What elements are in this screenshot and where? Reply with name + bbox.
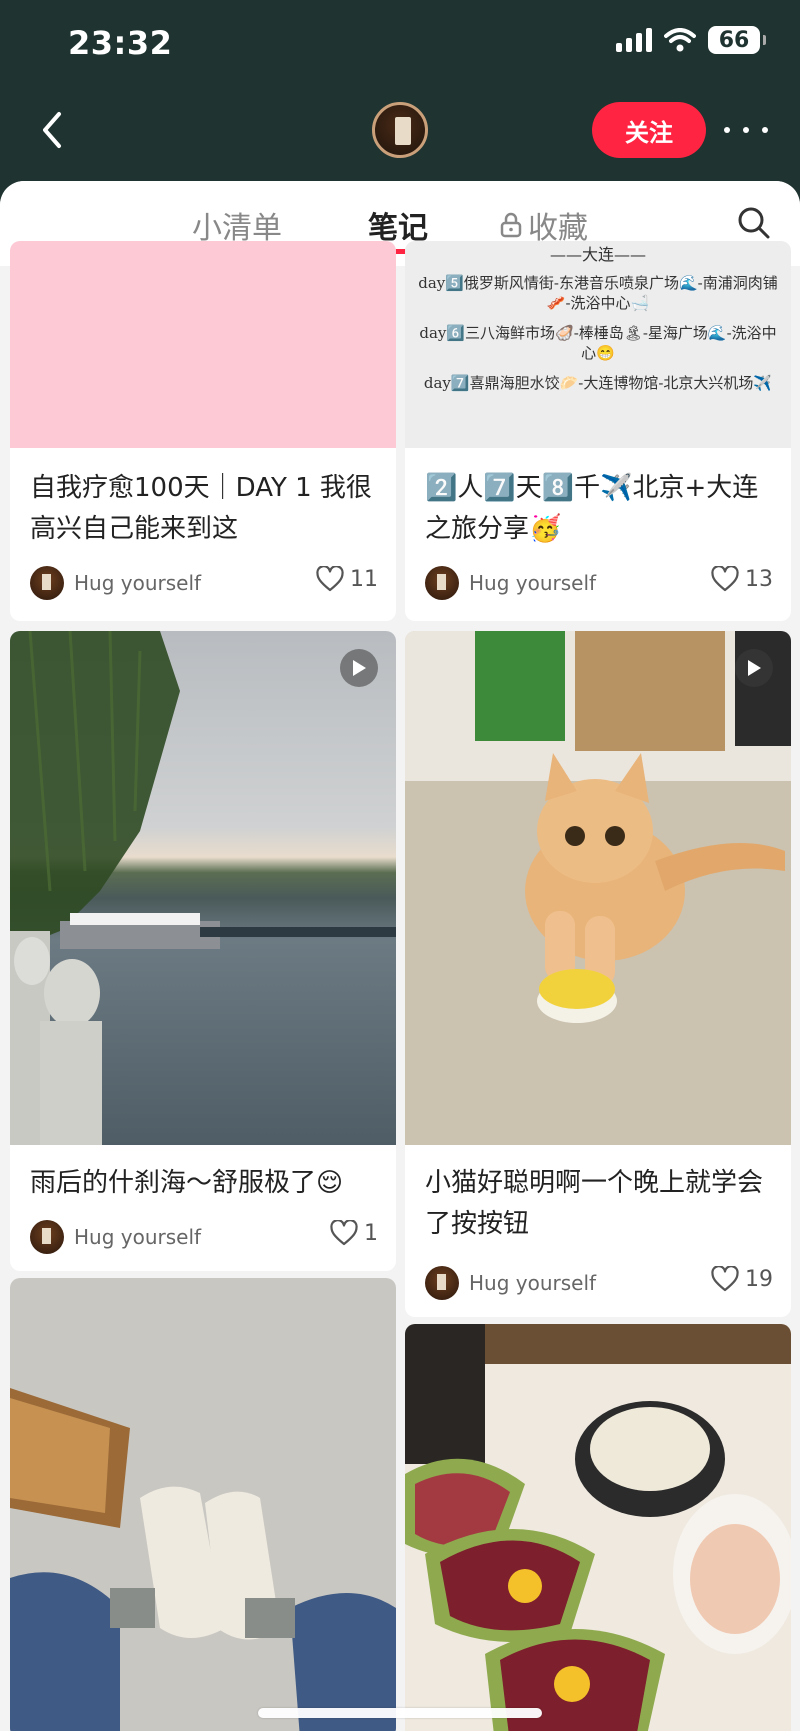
note-title: 雨后的什刹海～舒服极了😌 — [30, 1168, 344, 1198]
like-button[interactable]: 1 — [330, 1220, 378, 1246]
note-author[interactable]: Hug yourself — [425, 1266, 596, 1300]
note-cover-image — [405, 631, 791, 1145]
note-title: 2️⃣人7️⃣天8️⃣千✈️北京+大连之旅分享🥳 — [425, 473, 759, 544]
note-card[interactable]: 雨后的什刹海～舒服极了😌 Hug yourself 1 — [10, 631, 396, 1271]
like-count: 1 — [364, 1220, 378, 1246]
like-button[interactable]: 13 — [711, 566, 773, 592]
like-count: 13 — [745, 566, 773, 592]
cover-text-line: day6️⃣三八海鲜市场🦪-棒棰岛🏝-星海广场🌊-洗浴中心😁 — [419, 324, 777, 362]
play-icon — [748, 660, 761, 676]
note-card[interactable]: 自我疗愈100天｜DAY 1 我很高兴自己能来到这 Hug yourself 1… — [10, 241, 396, 621]
video-play-icon — [735, 649, 773, 687]
note-card[interactable] — [10, 1278, 396, 1731]
heart-icon — [330, 1220, 358, 1246]
status-icons: 66 — [616, 26, 766, 54]
video-play-icon — [340, 649, 378, 687]
cover-text-line: day7️⃣喜鼎海胆水饺🥟-大连博物馆-北京大兴机场✈️ — [423, 374, 773, 392]
note-card[interactable]: 小猫好聪明啊一个晚上就学会了按按钮 Hug yourself 19 — [405, 631, 791, 1317]
more-button[interactable] — [724, 115, 768, 145]
profile-avatar[interactable] — [372, 102, 428, 158]
status-time: 23:32 — [68, 24, 173, 62]
heart-icon — [316, 566, 344, 592]
note-cover-image — [10, 241, 396, 448]
note-cover-image: ——大连—— day5️⃣俄罗斯风情街-东港音乐喷泉广场🌊-南浦洞肉铺🥓-洗浴中… — [405, 241, 791, 448]
avatar — [425, 1266, 459, 1300]
heart-icon — [711, 1266, 739, 1292]
note-title: 小猫好聪明啊一个晚上就学会了按按钮 — [425, 1168, 764, 1239]
lock-icon — [500, 212, 522, 238]
like-button[interactable]: 11 — [316, 566, 378, 592]
play-icon — [353, 660, 366, 676]
cover-text-heading: ——大连—— — [549, 245, 646, 264]
cover-text-line: day5️⃣俄罗斯风情街-东港音乐喷泉广场🌊-南浦洞肉铺🥓-洗浴中心🛁 — [418, 274, 778, 312]
search-button[interactable] — [736, 205, 772, 241]
chevron-left-icon — [43, 112, 61, 148]
heart-icon — [711, 566, 739, 592]
back-button[interactable] — [28, 105, 78, 155]
note-card[interactable]: ——大连—— day5️⃣俄罗斯风情街-东港音乐喷泉广场🌊-南浦洞肉铺🥓-洗浴中… — [405, 241, 791, 621]
like-count: 11 — [350, 566, 378, 592]
like-button[interactable]: 19 — [711, 1266, 773, 1292]
note-author[interactable]: Hug yourself — [30, 1220, 201, 1254]
note-cover-image — [405, 1324, 791, 1731]
content-panel: 小清单 笔记 收藏 自我疗愈100天｜DAY 1 我很高兴自己能来到这 Hug … — [0, 181, 800, 1731]
note-cover-image — [10, 631, 396, 1145]
search-icon — [738, 207, 770, 239]
note-cover-image — [10, 1278, 396, 1731]
home-indicator — [258, 1708, 542, 1718]
note-card[interactable] — [405, 1324, 791, 1731]
avatar — [425, 566, 459, 600]
note-author[interactable]: Hug yourself — [30, 566, 201, 600]
wifi-icon — [664, 28, 696, 52]
cellular-signal-icon — [616, 28, 652, 52]
battery-icon: 66 — [708, 26, 766, 54]
follow-button[interactable]: 关注 — [592, 102, 706, 158]
note-title: 自我疗愈100天｜DAY 1 我很高兴自己能来到这 — [30, 473, 372, 544]
like-count: 19 — [745, 1266, 773, 1292]
avatar — [30, 1220, 64, 1254]
more-dots-icon — [724, 127, 730, 133]
avatar — [30, 566, 64, 600]
note-author[interactable]: Hug yourself — [425, 566, 596, 600]
